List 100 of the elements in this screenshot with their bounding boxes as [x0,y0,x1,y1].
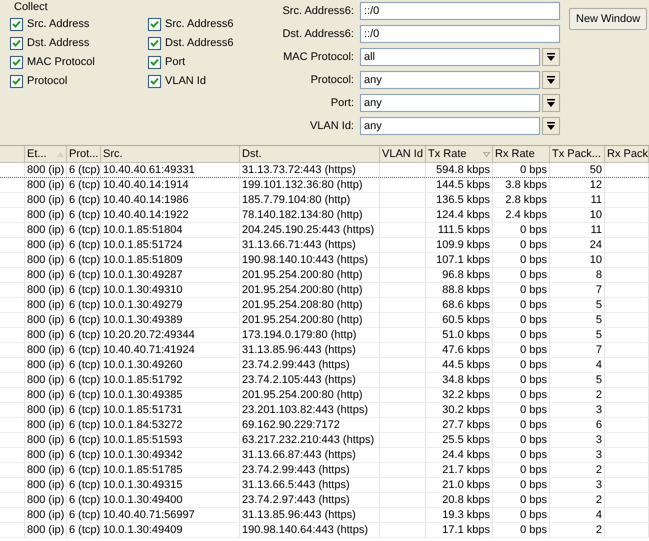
table-cell: 800 (ip) [27,193,64,207]
table-row[interactable]: 800 (ip) 6 (tcp) 10.0.1.85:51724 31.13.66.71:443 (https) 109.9 kbps 0 bps 24 [0,238,649,253]
dropdown-field[interactable]: all [360,48,540,66]
table-row[interactable]: 800 (ip) 6 (tcp) 10.0.1.30:49279 201.95.254.208:80 (http) 68.6 kbps 0 bps 5 [0,298,649,313]
dropdown-arrow-icon [547,76,555,84]
table-cell: 6 (tcp) [69,493,100,507]
table-cell: 800 (ip) [27,523,64,537]
check-icon [150,77,159,86]
table-cell: 0 bps [520,223,547,237]
table-row[interactable]: 800 (ip) 6 (tcp) 10.40.40.71:41924 31.13.85.96:443 (https) 47.6 kbps 0 bps 7 [0,343,649,358]
table-row[interactable]: 800 (ip) 6 (tcp) 10.40.40.61:49331 31.13.73.72:443 (https) 594.8 kbps 0 bps 50 [0,163,649,178]
checkbox[interactable] [148,75,161,88]
checkbox[interactable] [148,56,161,69]
table-cell: 800 (ip) [27,448,64,462]
table-row[interactable]: 800 (ip) 6 (tcp) 10.0.1.30:49389 201.95.254.200:80 (http) 60.5 kbps 0 bps 5 [0,313,649,328]
table-cell: 10.0.1.30:49279 [103,298,183,312]
table-cell: 34.8 kbps [442,373,490,387]
table-cell: 10 [590,208,602,222]
table-cell: 10.0.1.30:49389 [103,313,183,327]
table-cell: 3 [596,433,602,447]
text-field[interactable]: ::/0 [360,2,560,20]
table-row[interactable]: 800 (ip) 6 (tcp) 10.0.1.85:51792 23.74.2.105:443 (https) 34.8 kbps 0 bps 5 [0,373,649,388]
table-cell: 0 bps [520,463,547,477]
table-row[interactable]: 800 (ip) 6 (tcp) 10.0.1.30:49310 201.95.254.200:80 (http) 88.8 kbps 0 bps 7 [0,283,649,298]
checkbox-label: Protocol [27,74,68,90]
checkbox[interactable] [148,37,161,50]
dropdown-button[interactable] [542,94,560,112]
table-cell: 6 (tcp) [69,433,100,447]
text-field[interactable]: ::/0 [360,25,560,43]
table-row[interactable]: 800 (ip) 6 (tcp) 10.0.1.85:51785 23.74.2.99:443 (https) 21.7 kbps 0 bps 2 [0,463,649,478]
column-header[interactable]: Tx Rate [426,146,493,162]
table-cell: 800 (ip) [27,238,64,252]
table-cell: 0 bps [520,268,547,282]
table-cell: 5 [596,298,602,312]
check-icon [12,77,21,86]
table-cell: 10.40.40.61:49331 [103,163,195,177]
table-row[interactable]: 800 (ip) 6 (tcp) 10.0.1.85:51804 204.245.190.25:443 (https) 111.5 kbps 0 bps 11 [0,223,649,238]
table-cell: 199.101.132.36:80 (http) [242,178,362,192]
table-cell: 63.217.232.210:443 (https) [242,433,374,447]
table-row[interactable]: 800 (ip) 6 (tcp) 10.40.40.14:1914 199.101.132.36:80 (http) 144.5 kbps 3.8 kbps 12 [0,178,649,193]
column-header[interactable]: VLAN Id [380,146,426,162]
new-window-button[interactable]: New Window [569,8,648,30]
checkbox[interactable] [148,18,161,31]
table-row[interactable]: 800 (ip) 6 (tcp) 10.0.1.30:49409 190.98.140.64:443 (https) 17.1 kbps 0 bps 2 [0,523,649,538]
table-cell: 201.95.254.200:80 (http) [242,283,362,297]
checkbox-label: Port [165,55,186,70]
dropdown-button[interactable] [542,71,560,89]
dropdown-button[interactable] [542,48,560,66]
column-header[interactable]: Src. [101,146,240,162]
table-cell: 23.74.2.99:443 (https) [242,358,350,372]
column-header[interactable]: Prot... [67,146,101,162]
column-header[interactable]: Rx Rate [493,146,550,162]
table-cell: 800 (ip) [27,328,64,342]
table-cell: 23.74.2.99:443 (https) [242,463,350,477]
table-cell: 10.0.1.85:51593 [103,433,183,447]
table-row[interactable]: 800 (ip) 6 (tcp) 10.0.1.84:53272 69.162.90.229:7172 27.7 kbps 0 bps 6 [0,418,649,433]
column-header[interactable]: Rx Pack [605,146,649,162]
table-row[interactable]: 800 (ip) 6 (tcp) 10.0.1.30:49342 31.13.66.87:443 (https) 24.4 kbps 0 bps 3 [0,448,649,463]
dropdown-field[interactable]: any [360,117,540,135]
table-row[interactable]: 800 (ip) 6 (tcp) 10.40.40.71:56997 31.13.85.96:443 (https) 19.3 kbps 0 bps 4 [0,508,649,523]
field-label: Src. Address6: [281,4,355,19]
table-cell: 6 (tcp) [69,478,100,492]
column-header[interactable]: Et... [25,146,67,162]
table-cell: 800 (ip) [27,253,64,267]
table-cell: 800 (ip) [27,478,64,492]
table-row[interactable]: 800 (ip) 6 (tcp) 10.40.40.14:1922 78.140.182.134:80 (http) 124.4 kbps 2.4 kbps 10 [0,208,649,223]
table-row[interactable]: 800 (ip) 6 (tcp) 10.0.1.30:49400 23.74.2.97:443 (https) 20.8 kbps 0 bps 2 [0,493,649,508]
column-header[interactable]: Tx Pack... [550,146,605,162]
checkbox[interactable] [10,75,23,88]
checkbox[interactable] [10,37,23,50]
table-cell: 10 [590,253,602,267]
table-cell: 21.0 kbps [442,478,490,492]
table-row[interactable]: 800 (ip) 6 (tcp) 10.0.1.85:51731 23.201.103.82:443 (https) 30.2 kbps 0 bps 3 [0,403,649,418]
table-row[interactable]: 800 (ip) 6 (tcp) 10.0.1.30:49287 201.95.254.200:80 (http) 96.8 kbps 0 bps 8 [0,268,649,283]
table-cell: 10.20.20.72:49344 [103,328,195,342]
column-header[interactable]: Dst. [240,146,380,162]
table-cell: 5 [596,313,602,327]
table-cell: 69.162.90.229:7172 [242,418,340,432]
table-cell: 800 (ip) [27,463,64,477]
table-cell: 47.6 kbps [442,343,490,357]
dropdown-field[interactable]: any [360,94,540,112]
table-cell: 2 [596,388,602,402]
table-cell: 201.95.254.200:80 (http) [242,268,362,282]
table-cell: 6 (tcp) [69,298,100,312]
table-row[interactable]: 800 (ip) 6 (tcp) 10.0.1.85:51593 63.217.232.210:443 (https) 25.5 kbps 0 bps 3 [0,433,649,448]
checkbox[interactable] [10,18,23,31]
table-row[interactable]: 800 (ip) 6 (tcp) 10.0.1.30:49315 31.13.66.5:443 (https) 21.0 kbps 0 bps 3 [0,478,649,493]
field-label: MAC Protocol: [282,50,355,65]
table-row[interactable]: 800 (ip) 6 (tcp) 10.0.1.85:51809 190.98.140.10:443 (https) 107.1 kbps 0 bps 10 [0,253,649,268]
table-row[interactable]: 800 (ip) 6 (tcp) 10.0.1.30:49385 201.95.254.200:80 (http) 32.2 kbps 0 bps 2 [0,388,649,403]
table-row[interactable]: 800 (ip) 6 (tcp) 10.20.20.72:49344 173.194.0.179:80 (http) 51.0 kbps 0 bps 5 [0,328,649,343]
table-row[interactable]: 800 (ip) 6 (tcp) 10.40.40.14:1986 185.7.79.104:80 (http) 136.5 kbps 2.8 kbps 11 [0,193,649,208]
checkbox[interactable] [10,56,23,69]
table-cell: 21.7 kbps [442,463,490,477]
table-cell: 10.0.1.85:51809 [103,253,183,267]
table-cell: 190.98.140.10:443 (https) [242,253,368,267]
dropdown-button[interactable] [542,117,560,135]
table-row[interactable]: 800 (ip) 6 (tcp) 10.0.1.30:49260 23.74.2.99:443 (https) 44.5 kbps 0 bps 4 [0,358,649,373]
table-cell: 88.8 kbps [442,283,490,297]
dropdown-field[interactable]: any [360,71,540,89]
